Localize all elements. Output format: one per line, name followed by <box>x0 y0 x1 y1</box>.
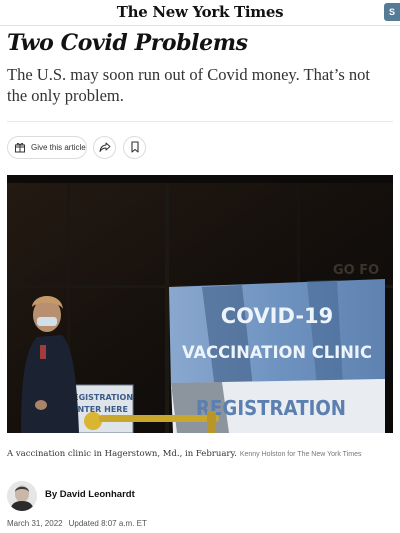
save-button[interactable] <box>123 136 146 159</box>
subscribe-button[interactable]: S <box>384 3 400 21</box>
share-icon <box>99 138 111 157</box>
gift-icon <box>14 138 26 157</box>
gift-article-button[interactable]: Give this article <box>7 136 87 159</box>
author-avatar[interactable] <box>7 481 37 511</box>
bookmark-icon <box>130 138 140 157</box>
gift-article-label: Give this article <box>31 143 86 152</box>
nyt-logo[interactable]: The New York Times <box>0 3 400 21</box>
author-byline[interactable]: By David Leonhardt <box>45 489 135 500</box>
dateline: March 31, 2022 Updated 8:07 a.m. ET <box>7 519 147 528</box>
banner-line-2: VACCINATION CLINIC <box>182 343 372 363</box>
divider <box>7 121 393 122</box>
window-text: GO FO <box>333 263 379 278</box>
registration-banner: REGISTRATION <box>171 379 385 433</box>
article-summary: The U.S. may soon run out of Covid money… <box>7 65 370 105</box>
vaccination-banner: COVID-19 VACCINATION CLINIC <box>169 279 385 389</box>
updated-time: Updated 8:07 a.m. ET <box>68 519 147 528</box>
publish-date: March 31, 2022 <box>7 519 63 528</box>
photo-credit: Kenny Holston for The New York Times <box>239 451 362 458</box>
masthead: The New York Times S <box>0 0 400 26</box>
banner-line-1: COVID-19 <box>221 304 334 328</box>
caption-text: A vaccination clinic in Hagerstown, Md.,… <box>7 449 237 459</box>
photo-caption: A vaccination clinic in Hagerstown, Md.,… <box>7 441 399 460</box>
share-button[interactable] <box>93 136 116 159</box>
article-headline: Two Covid Problems <box>7 30 248 56</box>
small-sign-line-2: ENTER HERE <box>72 405 128 414</box>
article-photo: GO FO COVID-19 VACCINATION CLINIC REGIST… <box>7 175 393 433</box>
